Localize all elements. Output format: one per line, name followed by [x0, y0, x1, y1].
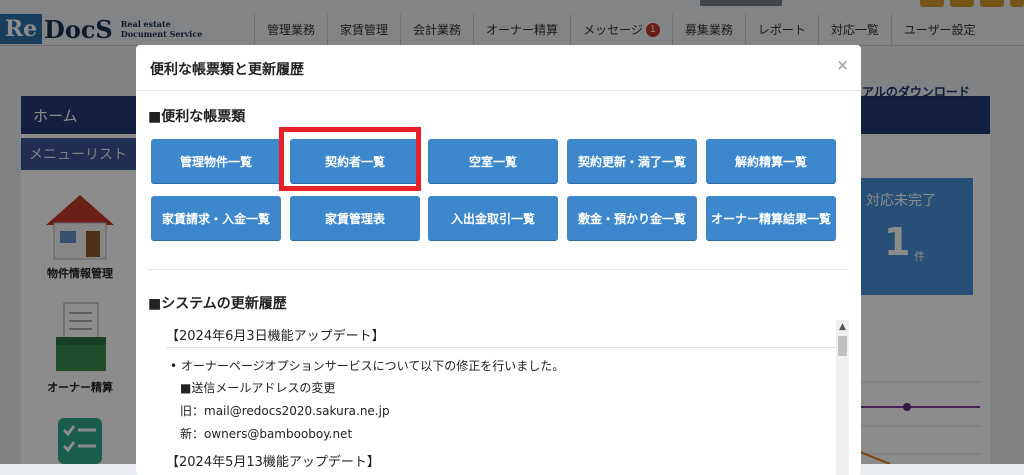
scroll-up-icon[interactable]: ▲ — [836, 320, 849, 334]
history-entry-2-date: 【2024年5月13機能アップデート】 — [166, 455, 380, 470]
termination-settlement-button[interactable]: 解約精算一覧 — [706, 139, 836, 183]
cash-transactions-button[interactable]: 入出金取引一覧 — [428, 196, 558, 240]
history-entry-1-date: 【2024年6月3日機能アップデート】 — [166, 329, 385, 344]
owner-settlement-results-button[interactable]: オーナー精算結果一覧 — [706, 196, 836, 240]
history-entry-1-bullet: • オーナーページオプションサービスについて以下の修正を行いました。 — [170, 357, 564, 374]
history-entry-1-text: オーナーページオプションサービスについて以下の修正を行いました。 — [180, 359, 565, 373]
contract-renewal-list-button[interactable]: 契約更新・満了一覧 — [567, 139, 697, 183]
rent-billing-button[interactable]: 家賃請求・入金一覧 — [151, 196, 281, 240]
history-divider — [166, 347, 836, 348]
deposit-list-button[interactable]: 敷金・預かり金一覧 — [567, 196, 697, 240]
update-history-list[interactable]: 【2024年6月3日機能アップデート】 • オーナーページオプションサービスにつ… — [166, 319, 850, 475]
history-entry-1-new: 新：owners@bambooboy.net — [180, 427, 353, 441]
forms-history-modal: 便利な帳票類と更新履歴 × ■便利な帳票類 管理物件一覧 契約者一覧 空室一覧 … — [136, 45, 861, 475]
vacancy-list-button[interactable]: 空室一覧 — [428, 139, 558, 183]
history-entry-1-sub: ■送信メールアドレスの変更 — [180, 381, 336, 395]
history-section-title: ■システムの更新履歴 — [148, 296, 287, 312]
modal-divider — [136, 90, 861, 91]
property-list-button[interactable]: 管理物件一覧 — [151, 139, 281, 183]
history-entry-1-old: 旧：mail@redocs2020.sakura.ne.jp — [180, 404, 390, 418]
modal-title: 便利な帳票類と更新履歴 — [150, 62, 304, 78]
history-scrollbar[interactable]: ▲ — [836, 320, 849, 475]
scroll-thumb[interactable] — [838, 336, 847, 356]
bullet-icon: • — [170, 359, 181, 373]
close-icon[interactable]: × — [836, 56, 849, 74]
rent-management-table-button[interactable]: 家賃管理表 — [290, 196, 420, 240]
highlight-box — [279, 127, 421, 191]
section-divider — [148, 269, 848, 270]
forms-section-title: ■便利な帳票類 — [148, 109, 246, 125]
